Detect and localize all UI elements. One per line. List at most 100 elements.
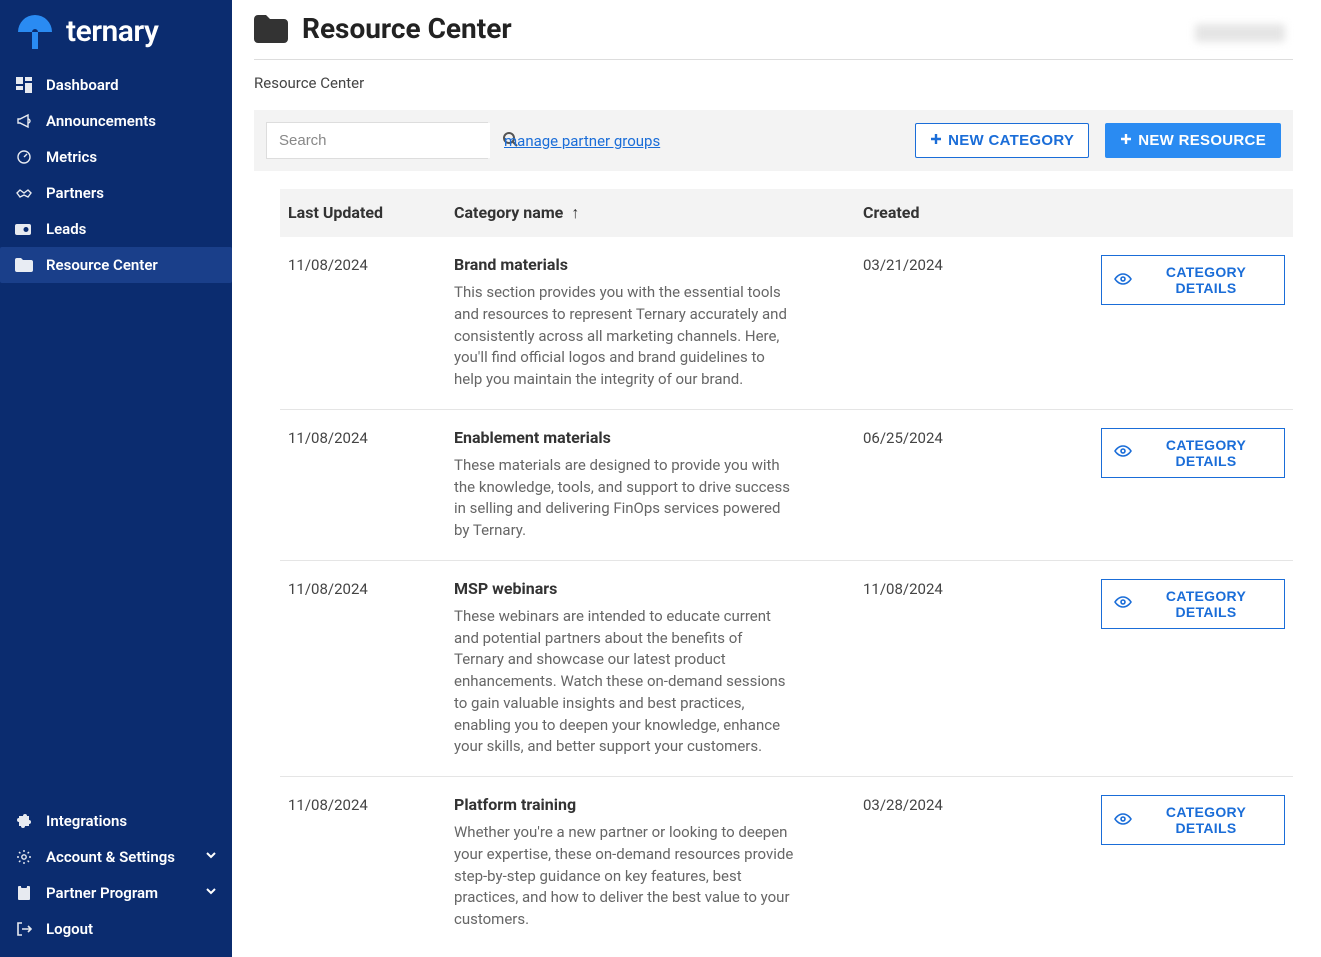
cell-category: Enablement materials These materials are… — [454, 428, 863, 542]
cell-last-updated: 11/08/2024 — [280, 795, 454, 931]
search-input[interactable] — [267, 123, 490, 158]
main: Resource Center Resource Center manage p… — [232, 0, 1321, 957]
logo-icon — [18, 15, 56, 49]
table-row: 11/08/2024 Brand materials This section … — [280, 237, 1293, 410]
eye-icon — [1114, 812, 1132, 829]
button-label: NEW RESOURCE — [1138, 132, 1266, 149]
megaphone-icon — [14, 113, 34, 129]
folder-icon — [254, 15, 288, 43]
sidebar-item-integrations[interactable]: Integrations — [0, 803, 232, 839]
plus-icon — [1120, 132, 1132, 149]
sidebar-item-logout[interactable]: Logout — [0, 911, 232, 947]
th-label: Category name — [454, 203, 563, 222]
table-row: 11/08/2024 Platform training Whether you… — [280, 777, 1293, 949]
clipboard-icon — [14, 885, 34, 901]
sidebar-item-announcements[interactable]: Announcements — [0, 103, 232, 139]
nav-top: Dashboard Announcements Metrics Partners… — [0, 67, 232, 803]
category-name: MSP webinars — [454, 579, 843, 598]
sidebar-item-label: Partner Program — [46, 884, 158, 902]
camera-icon — [14, 222, 34, 236]
sort-asc-icon: ↑ — [571, 203, 579, 222]
button-label: NEW CATEGORY — [948, 132, 1074, 149]
table-header: Last Updated Category name ↑ Created — [280, 189, 1293, 237]
plus-icon — [930, 132, 942, 149]
category-details-button[interactable]: CATEGORY DETAILS — [1101, 579, 1285, 629]
cell-last-updated: 11/08/2024 — [280, 428, 454, 542]
category-details-button[interactable]: CATEGORY DETAILS — [1101, 428, 1285, 478]
eye-icon — [1114, 444, 1132, 461]
th-actions — [1101, 203, 1293, 223]
cell-category: Brand materials This section provides yo… — [454, 255, 863, 391]
sidebar-item-label: Announcements — [46, 112, 156, 130]
button-label: CATEGORY DETAILS — [1140, 264, 1272, 296]
button-label: CATEGORY DETAILS — [1140, 437, 1272, 469]
handshake-icon — [14, 185, 34, 201]
table-row: 11/08/2024 MSP webinars These webinars a… — [280, 561, 1293, 777]
dashboard-icon — [14, 77, 34, 93]
cell-last-updated: 11/08/2024 — [280, 579, 454, 758]
categories-table: Last Updated Category name ↑ Created 11/… — [280, 189, 1293, 949]
nav-bottom: Integrations Account & Settings Partner … — [0, 803, 232, 957]
sidebar-item-partner-program[interactable]: Partner Program — [0, 875, 232, 911]
folder-icon — [14, 258, 34, 272]
page-header: Resource Center — [254, 12, 1293, 60]
table-row: 11/08/2024 Enablement materials These ma… — [280, 410, 1293, 561]
new-category-button[interactable]: NEW CATEGORY — [915, 123, 1089, 158]
sidebar-item-label: Dashboard — [46, 76, 119, 94]
category-description: These webinars are intended to educate c… — [454, 606, 794, 758]
cell-action: CATEGORY DETAILS — [1101, 795, 1293, 931]
sidebar-item-leads[interactable]: Leads — [0, 211, 232, 247]
breadcrumb: Resource Center — [254, 74, 1293, 92]
logo: ternary — [0, 0, 232, 67]
category-description: This section provides you with the essen… — [454, 282, 794, 391]
sidebar-item-label: Resource Center — [46, 256, 158, 274]
chevron-down-icon — [204, 884, 218, 902]
category-name: Enablement materials — [454, 428, 843, 447]
logo-text: ternary — [66, 14, 158, 49]
sidebar-item-label: Metrics — [46, 148, 97, 166]
sidebar-item-label: Integrations — [46, 812, 127, 830]
category-details-button[interactable]: CATEGORY DETAILS — [1101, 255, 1285, 305]
gauge-icon — [14, 149, 34, 165]
toolbar: manage partner groups NEW CATEGORY NEW R… — [254, 110, 1293, 171]
cell-created: 03/28/2024 — [863, 795, 1101, 931]
cell-action: CATEGORY DETAILS — [1101, 579, 1293, 758]
sidebar-item-label: Leads — [46, 220, 86, 238]
manage-partner-groups-link[interactable]: manage partner groups — [504, 132, 660, 150]
sidebar-item-account-settings[interactable]: Account & Settings — [0, 839, 232, 875]
logout-icon — [14, 921, 34, 937]
cell-action: CATEGORY DETAILS — [1101, 428, 1293, 542]
cell-created: 11/08/2024 — [863, 579, 1101, 758]
sidebar-item-metrics[interactable]: Metrics — [0, 139, 232, 175]
gear-icon — [14, 849, 34, 865]
cell-created: 03/21/2024 — [863, 255, 1101, 391]
sidebar-item-label: Account & Settings — [46, 848, 175, 866]
new-resource-button[interactable]: NEW RESOURCE — [1105, 123, 1281, 158]
sidebar: ternary Dashboard Announcements Metrics … — [0, 0, 232, 957]
button-label: CATEGORY DETAILS — [1140, 804, 1272, 836]
chevron-down-icon — [204, 848, 218, 866]
sidebar-item-label: Logout — [46, 920, 93, 938]
category-details-button[interactable]: CATEGORY DETAILS — [1101, 795, 1285, 845]
cell-action: CATEGORY DETAILS — [1101, 255, 1293, 391]
sidebar-item-partners[interactable]: Partners — [0, 175, 232, 211]
puzzle-icon — [14, 813, 34, 829]
eye-icon — [1114, 595, 1132, 612]
cell-category: Platform training Whether you're a new p… — [454, 795, 863, 931]
cell-created: 06/25/2024 — [863, 428, 1101, 542]
category-name: Brand materials — [454, 255, 843, 274]
th-created[interactable]: Created — [863, 203, 1101, 223]
page-title: Resource Center — [302, 12, 512, 45]
button-label: CATEGORY DETAILS — [1140, 588, 1272, 620]
sidebar-item-label: Partners — [46, 184, 104, 202]
cell-category: MSP webinars These webinars are intended… — [454, 579, 863, 758]
category-description: These materials are designed to provide … — [454, 455, 794, 542]
category-description: Whether you're a new partner or looking … — [454, 822, 794, 931]
th-last-updated[interactable]: Last Updated — [280, 203, 454, 223]
user-name-blurred — [1195, 24, 1285, 42]
sidebar-item-dashboard[interactable]: Dashboard — [0, 67, 232, 103]
sidebar-item-resource-center[interactable]: Resource Center — [0, 247, 232, 283]
search-wrap — [266, 122, 488, 159]
cell-last-updated: 11/08/2024 — [280, 255, 454, 391]
th-category-name[interactable]: Category name ↑ — [454, 203, 863, 223]
